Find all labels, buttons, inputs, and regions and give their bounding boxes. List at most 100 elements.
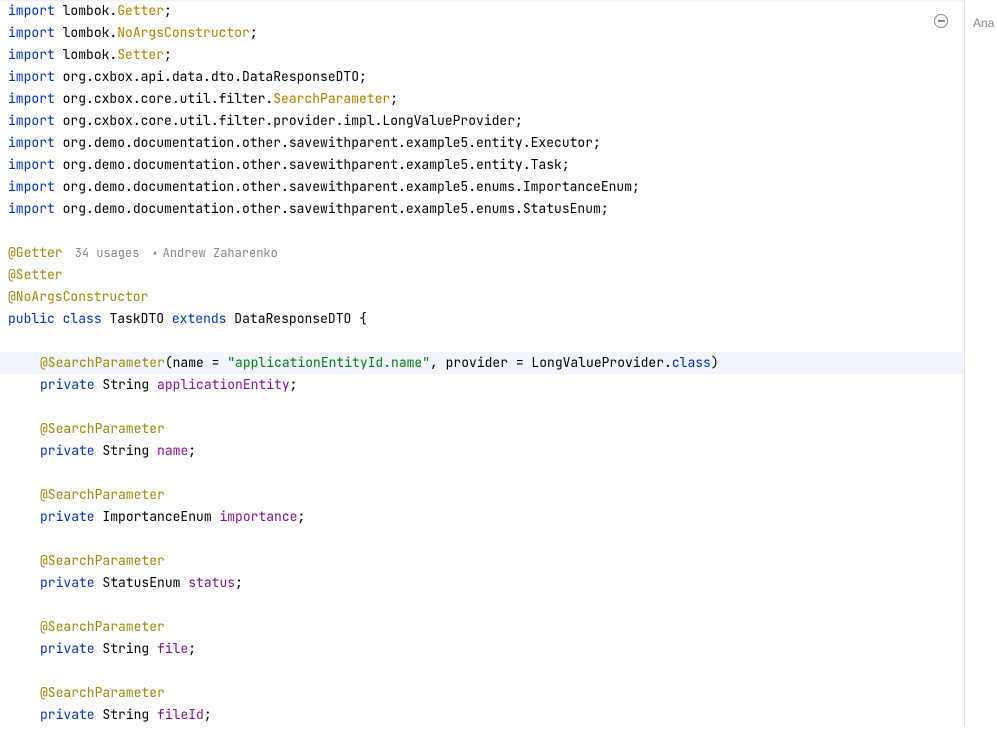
code-line[interactable]: private String name; [0, 440, 964, 462]
annotation: @SearchParameter [40, 684, 165, 701]
annotation: @SearchParameter [40, 618, 165, 635]
scrollbar[interactable] [952, 0, 965, 754]
code-line[interactable]: private String applicationEntity; [0, 374, 964, 396]
code-line[interactable]: import lombok.Getter; [0, 0, 964, 22]
code-line[interactable]: import org.demo.documentation.other.save… [0, 154, 964, 176]
keyword: import [8, 46, 55, 63]
class-ref: Setter [117, 46, 164, 63]
code-line[interactable]: @Getter 34 usages ▴Andrew Zaharenko [0, 242, 964, 264]
semicolon: ; [188, 442, 196, 459]
package: lombok. [63, 46, 118, 63]
code-line[interactable]: import org.cxbox.api.data.dto.DataRespon… [0, 66, 964, 88]
semicolon: ; [164, 2, 172, 19]
semicolon: ; [250, 24, 258, 41]
code-line[interactable]: @Setter [0, 264, 964, 286]
package: org.demo.documentation.other.savewithpar… [63, 134, 593, 151]
package: lombok. [63, 2, 118, 19]
code-line[interactable]: import org.cxbox.core.util.filter.Search… [0, 88, 964, 110]
blank-line[interactable] [0, 528, 964, 550]
field-name: fileId [157, 706, 204, 723]
type: String [102, 640, 149, 657]
package: org.demo.documentation.other.savewithpar… [63, 156, 562, 173]
code-editor[interactable]: import lombok.Getter; import lombok.NoAr… [0, 0, 965, 726]
code-line[interactable]: import lombok.NoArgsConstructor; [0, 22, 964, 44]
semicolon: ; [188, 640, 196, 657]
keyword: private [40, 640, 95, 657]
code-line[interactable]: private String fileId; [0, 704, 964, 726]
annotation: @SearchParameter [40, 552, 165, 569]
blank-line[interactable] [0, 462, 964, 484]
type: String [102, 706, 149, 723]
semicolon: ; [204, 706, 212, 723]
annotation: @SearchParameter [40, 354, 165, 371]
author-hint[interactable]: ▴Andrew Zaharenko [151, 245, 277, 261]
paren: (name = [165, 354, 227, 371]
code-line[interactable]: import org.demo.documentation.other.save… [0, 198, 964, 220]
keyword: private [40, 376, 95, 393]
keyword: import [8, 24, 55, 41]
annotation: @NoArgsConstructor [8, 288, 148, 305]
blank-line[interactable] [0, 220, 964, 242]
code-line[interactable]: @SearchParameter [0, 682, 964, 704]
blank-line[interactable] [0, 594, 964, 616]
type: StatusEnum [102, 574, 180, 591]
class-name: TaskDTO [109, 310, 164, 327]
code-line[interactable]: import org.demo.documentation.other.save… [0, 176, 964, 198]
keyword: import [8, 134, 55, 151]
field-name: importance [219, 508, 297, 525]
collapse-icon[interactable] [934, 14, 948, 28]
code-line[interactable]: @SearchParameter [0, 484, 964, 506]
semicolon: ; [390, 90, 398, 107]
keyword: extends [172, 310, 227, 327]
class-ref: SearchParameter [273, 90, 390, 107]
blank-line[interactable] [0, 330, 964, 352]
paren: ) [711, 354, 719, 371]
keyword: private [40, 574, 95, 591]
code-line[interactable]: import lombok.Setter; [0, 44, 964, 66]
annotation: @Getter [8, 244, 63, 261]
annotation: @Setter [8, 266, 63, 283]
type: String [102, 442, 149, 459]
semicolon: ; [235, 574, 243, 591]
code-line[interactable]: @NoArgsConstructor [0, 286, 964, 308]
code-line[interactable]: public class TaskDTO extends DataRespons… [0, 308, 964, 330]
semicolon: ; [632, 178, 640, 195]
code-line[interactable]: private ImportanceEnum importance; [0, 506, 964, 528]
person-icon: ▴ [151, 245, 158, 261]
code-line[interactable]: @SearchParameter(name = "applicationEnti… [0, 352, 964, 374]
semicolon: ; [601, 200, 609, 217]
keyword: import [8, 90, 55, 107]
keyword: import [8, 156, 55, 173]
brace: { [351, 310, 367, 327]
blank-line[interactable] [0, 396, 964, 418]
keyword: private [40, 706, 95, 723]
package: lombok. [63, 24, 118, 41]
code-line[interactable]: import org.demo.documentation.other.save… [0, 132, 964, 154]
right-panel-label[interactable]: Ana [973, 16, 994, 30]
annotation: @SearchParameter [40, 486, 165, 503]
package: org.cxbox.core.util.filter. [63, 90, 274, 107]
package: org.demo.documentation.other.savewithpar… [63, 200, 601, 217]
class-ref: Getter [117, 2, 164, 19]
keyword: import [8, 112, 55, 129]
field-name: status [188, 574, 235, 591]
usages-hint[interactable]: 34 usages [75, 245, 140, 261]
keyword: private [40, 442, 95, 459]
parent-class: DataResponseDTO [234, 310, 351, 327]
keyword: import [8, 68, 55, 85]
code-line[interactable]: @SearchParameter [0, 418, 964, 440]
package: org.cxbox.core.util.filter.provider.impl… [63, 112, 515, 129]
code-line[interactable]: private StatusEnum status; [0, 572, 964, 594]
code-line[interactable]: import org.cxbox.core.util.filter.provid… [0, 110, 964, 132]
semicolon: ; [297, 508, 305, 525]
semicolon: ; [593, 134, 601, 151]
blank-line[interactable] [0, 660, 964, 682]
code-line[interactable]: @SearchParameter [0, 550, 964, 572]
semicolon: ; [290, 376, 298, 393]
keyword: public [8, 310, 55, 327]
code-line[interactable]: @SearchParameter [0, 616, 964, 638]
field-name: applicationEntity [157, 376, 290, 393]
semicolon: ; [562, 156, 570, 173]
semicolon: ; [359, 68, 367, 85]
code-line[interactable]: private String file; [0, 638, 964, 660]
